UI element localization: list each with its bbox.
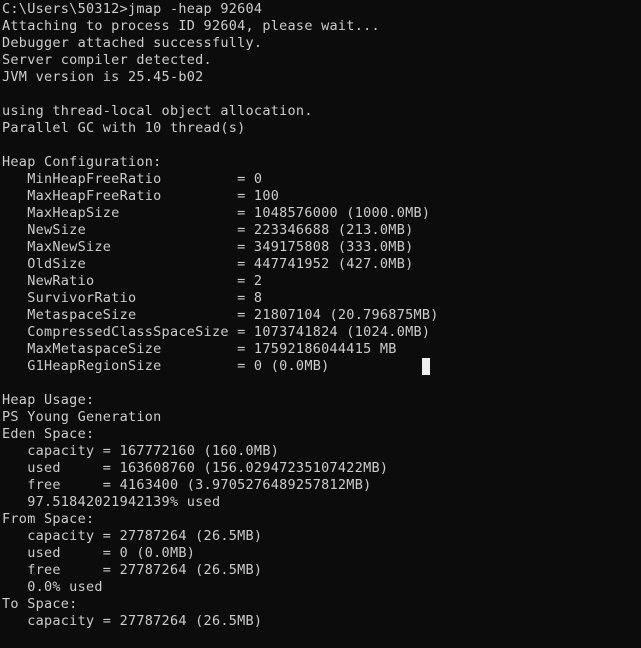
- to-capacity-row: capacity = 27787264 (26.5MB): [2, 613, 263, 629]
- console-line: C:\Users\50312>jmap -heap 92604: [2, 1, 263, 17]
- console-line: using thread-local object allocation.: [2, 103, 313, 119]
- config-row-oldsize: OldSize = 447741952 (427.0MB): [2, 256, 414, 272]
- eden-used-row: used = 163608760 (156.02947235107422MB): [2, 460, 389, 476]
- heap-configuration-heading: Heap Configuration:: [2, 154, 162, 170]
- config-row-survivorratio: SurvivorRatio = 8: [2, 290, 263, 306]
- config-row-compressedclassspacesize: CompressedClassSpaceSize = 1073741824 (1…: [2, 324, 431, 340]
- config-row-newratio: NewRatio = 2: [2, 273, 263, 289]
- console-output: C:\Users\50312>jmap -heap 92604 Attachin…: [2, 1, 641, 630]
- console-line: Parallel GC with 10 thread(s): [2, 120, 246, 136]
- from-used-row: used = 0 (0.0MB): [2, 545, 196, 561]
- eden-free-row: free = 4163400 (3.9705276489257812MB): [2, 477, 372, 493]
- eden-capacity-row: capacity = 167772160 (160.0MB): [2, 443, 280, 459]
- generation-heading: PS Young Generation: [2, 409, 162, 425]
- config-row-maxheapfreeratio: MaxHeapFreeRatio = 100: [2, 188, 280, 204]
- config-row-newsize: NewSize = 223346688 (213.0MB): [2, 222, 414, 238]
- config-row-g1heapregionsize: G1HeapRegionSize = 0 (0.0MB): [2, 358, 330, 374]
- from-free-row: free = 27787264 (26.5MB): [2, 562, 263, 578]
- config-row-maxheapsize: MaxHeapSize = 1048576000 (1000.0MB): [2, 205, 431, 221]
- config-row-minheapfreeratio: MinHeapFreeRatio = 0: [2, 171, 263, 187]
- eden-space-heading: Eden Space:: [2, 426, 95, 442]
- text-cursor: [421, 358, 430, 375]
- config-row-metaspacesize: MetaspaceSize = 21807104 (20.796875MB): [2, 307, 439, 323]
- config-row-maxnewsize: MaxNewSize = 349175808 (333.0MB): [2, 239, 414, 255]
- from-space-heading: From Space:: [2, 511, 95, 527]
- console-line: Attaching to process ID 92604, please wa…: [2, 18, 380, 34]
- console-line: JVM version is 25.45-b02: [2, 69, 204, 85]
- eden-percent-used-row: 97.51842021942139% used: [2, 494, 221, 510]
- console-line: Server compiler detected.: [2, 52, 212, 68]
- from-percent-used-row: 0.0% used: [2, 579, 103, 595]
- config-row-maxmetaspacesize: MaxMetaspaceSize = 17592186044415 MB: [2, 341, 397, 357]
- terminal-window[interactable]: C:\Users\50312>jmap -heap 92604 Attachin…: [0, 0, 641, 648]
- from-capacity-row: capacity = 27787264 (26.5MB): [2, 528, 263, 544]
- console-line: Debugger attached successfully.: [2, 35, 263, 51]
- to-space-heading: To Space:: [2, 596, 78, 612]
- heap-usage-heading: Heap Usage:: [2, 392, 95, 408]
